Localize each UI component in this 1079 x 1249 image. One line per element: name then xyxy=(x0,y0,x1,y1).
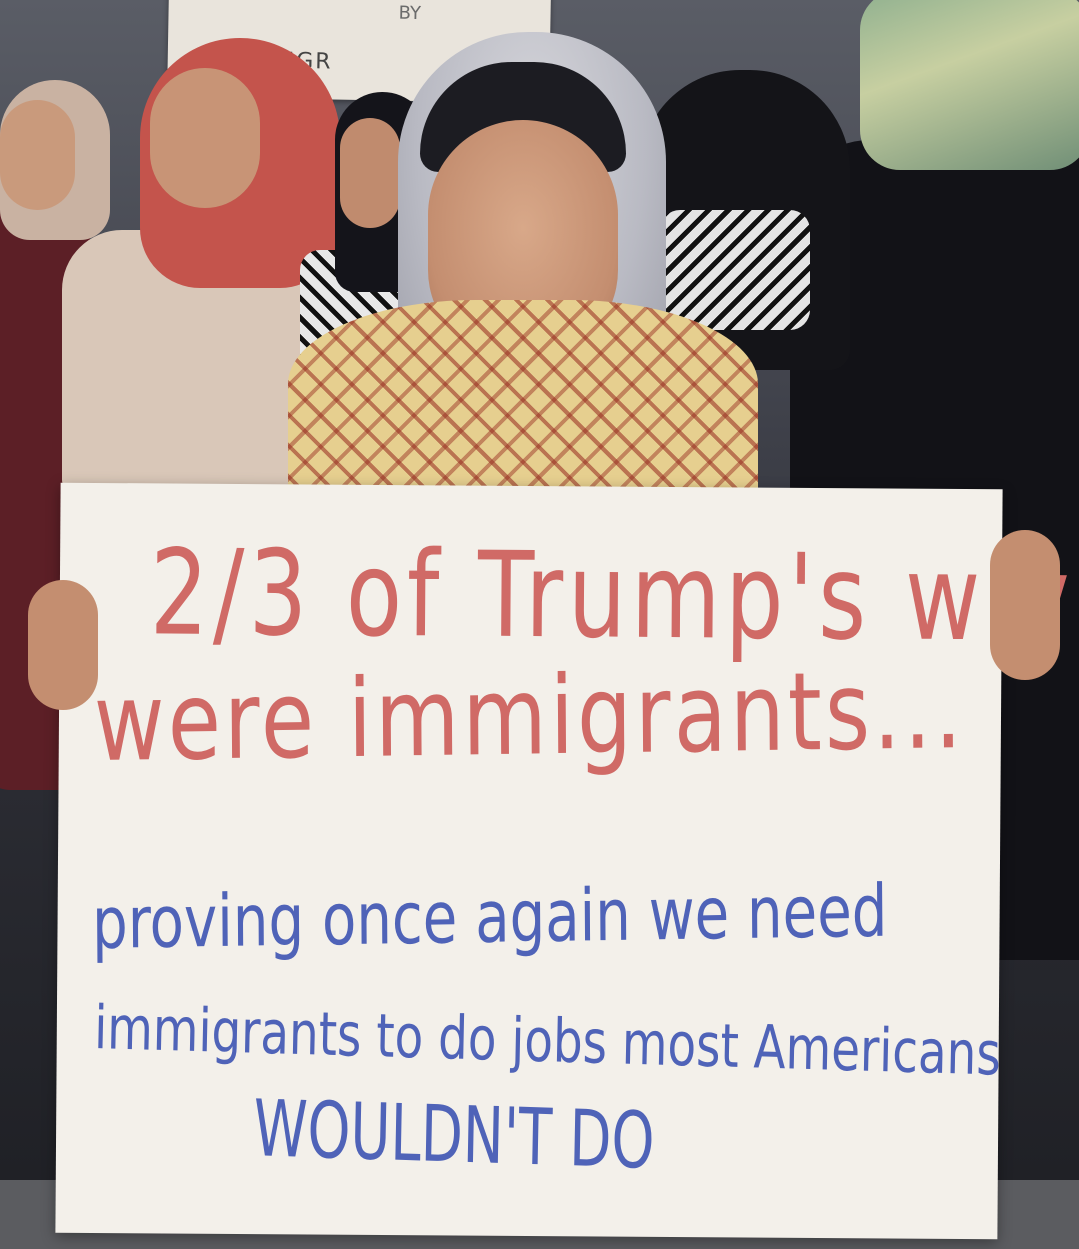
handheld-protest-sign: 2/3 of Trump's wives were immigrants... … xyxy=(55,482,1079,1240)
background-sign-text-top: BY xyxy=(398,2,422,25)
sign-line-trumps-wives: 2/3 of Trump's wives xyxy=(149,523,1079,668)
protest-photo: BY IGR 2/3 of Trump's wives were immigra… xyxy=(0,0,1079,1249)
right-hand xyxy=(990,530,1060,680)
sign-line-were-immigrants: were immigrants... xyxy=(93,648,966,786)
right-person-green-scarf xyxy=(860,0,1079,170)
left-girl-face xyxy=(0,100,75,210)
middle-girl-face xyxy=(340,118,400,228)
left-hand xyxy=(28,580,98,710)
sign-line-proving-once-again: proving once again we need xyxy=(91,868,888,965)
right-girl-keffiyeh xyxy=(660,210,810,330)
sign-line-wouldnt-do: WOULDN'T DO xyxy=(252,1084,656,1187)
red-hijab-girl-face xyxy=(150,68,260,208)
sign-line-immigrants-to-do-jobs: immigrants to do jobs most Americans xyxy=(93,992,1002,1090)
sign-holder-keffiyeh-scarf xyxy=(288,300,758,510)
